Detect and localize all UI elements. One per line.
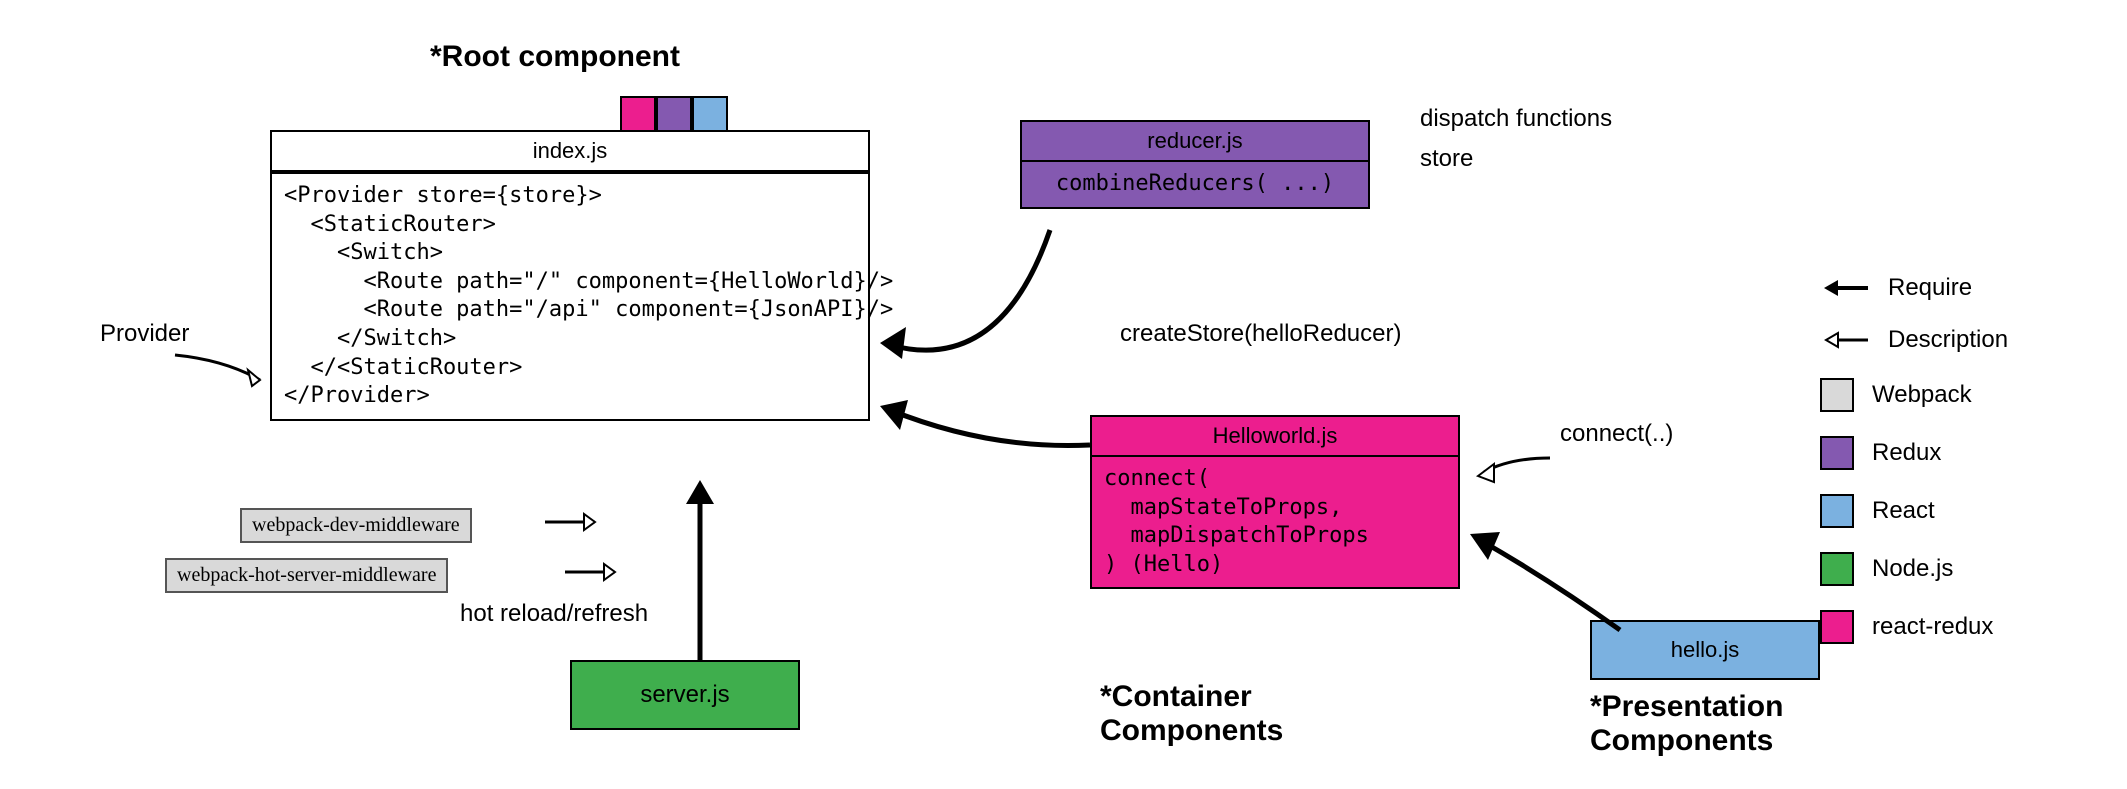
server-arrow-icon (660, 470, 740, 670)
index-box: index.js <Provider store={store}> <Stati… (270, 130, 870, 421)
legend-react-label: React (1872, 497, 1935, 525)
legend-redux: Redux (1820, 436, 2100, 470)
swatch-gray-icon (1820, 378, 1854, 412)
index-title: index.js (272, 132, 868, 174)
index-code: <Provider store={store}> <StaticRouter> … (272, 174, 868, 419)
helloworld-title: Helloworld.js (1092, 417, 1458, 457)
legend-require-label: Require (1888, 274, 1972, 302)
solid-arrow-icon (1820, 276, 1870, 300)
legend: Require Description Webpack Redux React … (1820, 250, 2100, 668)
container-components-heading: *Container Components (1100, 680, 1283, 748)
provider-label: Provider (100, 320, 189, 348)
tab-pink-icon (620, 96, 656, 132)
hot-reload-label: hot reload/refresh (460, 600, 648, 628)
hello-box: hello.js (1590, 620, 1820, 680)
reducer-title: reducer.js (1022, 122, 1368, 162)
tab-blue-icon (692, 96, 728, 132)
legend-webpack-label: Webpack (1872, 381, 1972, 409)
helloworld-arrow-icon (870, 390, 1100, 480)
root-component-heading: *Root component (430, 40, 680, 74)
reducer-box: reducer.js combineReducers( ...) (1020, 120, 1370, 209)
legend-require: Require (1820, 274, 2100, 302)
legend-react-redux: react-redux (1820, 610, 2100, 644)
index-tabstrip (620, 96, 728, 132)
connect-label: connect(..) (1560, 420, 1673, 448)
reducer-body: combineReducers( ...) (1022, 162, 1368, 207)
legend-reactredux-label: react-redux (1872, 613, 1993, 641)
whsm-arrow-icon (560, 560, 640, 590)
reducer-arrow-icon (870, 225, 1070, 405)
presentation-components-heading: *Presentation Components (1590, 690, 1783, 758)
open-arrow-icon (1820, 328, 1870, 352)
dispatch-functions-label: dispatch functions (1420, 105, 1612, 133)
legend-node: Node.js (1820, 552, 2100, 586)
tab-purple-icon (656, 96, 692, 132)
legend-description-label: Description (1888, 326, 2008, 354)
helloworld-box: Helloworld.js connect( mapStateToProps, … (1090, 415, 1460, 589)
hello-title: hello.js (1671, 637, 1739, 663)
connect-arrow-icon (1470, 450, 1560, 490)
provider-arrow-icon (170, 350, 280, 400)
swatch-pink-icon (1820, 610, 1854, 644)
createstore-label: createStore(helloReducer) (1120, 320, 1401, 348)
webpack-hot-server-middleware-chip: webpack-hot-server-middleware (165, 558, 448, 593)
legend-node-label: Node.js (1872, 555, 1953, 583)
swatch-blue-icon (1820, 494, 1854, 528)
wdm-arrow-icon (540, 510, 620, 540)
swatch-green-icon (1820, 552, 1854, 586)
webpack-dev-middleware-chip: webpack-dev-middleware (240, 508, 472, 543)
server-title: server.js (640, 681, 729, 709)
server-box: server.js (570, 660, 800, 730)
swatch-purple-icon (1820, 436, 1854, 470)
legend-webpack: Webpack (1820, 378, 2100, 412)
legend-description: Description (1820, 326, 2100, 354)
store-label: store (1420, 145, 1473, 173)
legend-redux-label: Redux (1872, 439, 1941, 467)
legend-react: React (1820, 494, 2100, 528)
helloworld-body: connect( mapStateToProps, mapDispatchToP… (1092, 457, 1458, 587)
